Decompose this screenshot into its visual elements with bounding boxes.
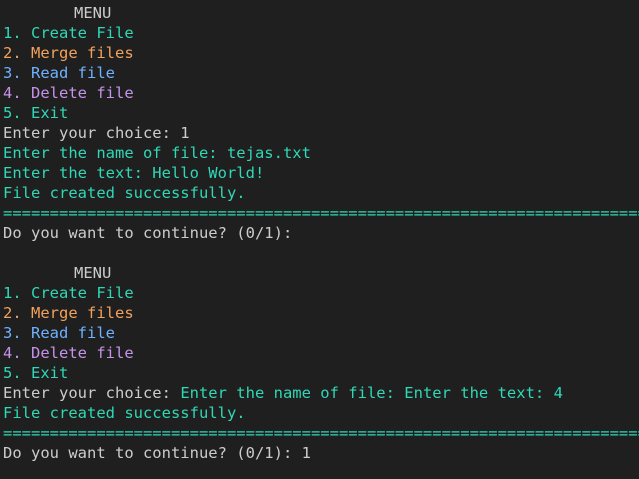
- continue-prompt: Do you want to continue? (0/1):: [3, 224, 293, 242]
- menu-item-delete-file: 4. Delete file: [3, 344, 134, 362]
- menu-item-delete-file: 4. Delete file: [3, 84, 134, 102]
- menu-title: MENU: [74, 264, 112, 282]
- separator-line: ========================================…: [3, 424, 639, 442]
- menu-item-create-file: 1. Create File: [3, 284, 134, 302]
- menu-item-exit: 5. Exit: [3, 364, 69, 382]
- terminal-output[interactable]: MENU 1. Create File 2. Merge files 3. Re…: [0, 0, 639, 479]
- choice-prompt: Enter your choice: Enter the name of fil…: [3, 383, 639, 403]
- choice-prompt-label: Enter your choice:: [3, 384, 181, 402]
- menu-item-merge-files: 2. Merge files: [3, 44, 134, 62]
- menu-title: MENU: [74, 4, 112, 22]
- separator-line: ========================================…: [3, 204, 639, 222]
- result-message: File created successfully.: [3, 404, 246, 422]
- choice-prompt-rest: Enter the name of file: Enter the text: …: [180, 384, 563, 402]
- menu-item-create-file: 1. Create File: [3, 24, 134, 42]
- text-prompt: Enter the text: Hello World!: [3, 164, 265, 182]
- continue-prompt: Do you want to continue? (0/1): 1: [3, 444, 311, 462]
- menu-item-merge-files: 2. Merge files: [3, 304, 134, 322]
- choice-prompt: Enter your choice: 1: [3, 124, 190, 142]
- result-message: File created successfully.: [3, 184, 246, 202]
- menu-item-read-file: 3. Read file: [3, 64, 115, 82]
- filename-prompt: Enter the name of file: tejas.txt: [3, 144, 311, 162]
- menu-item-read-file: 3. Read file: [3, 324, 115, 342]
- menu-item-exit: 5. Exit: [3, 104, 69, 122]
